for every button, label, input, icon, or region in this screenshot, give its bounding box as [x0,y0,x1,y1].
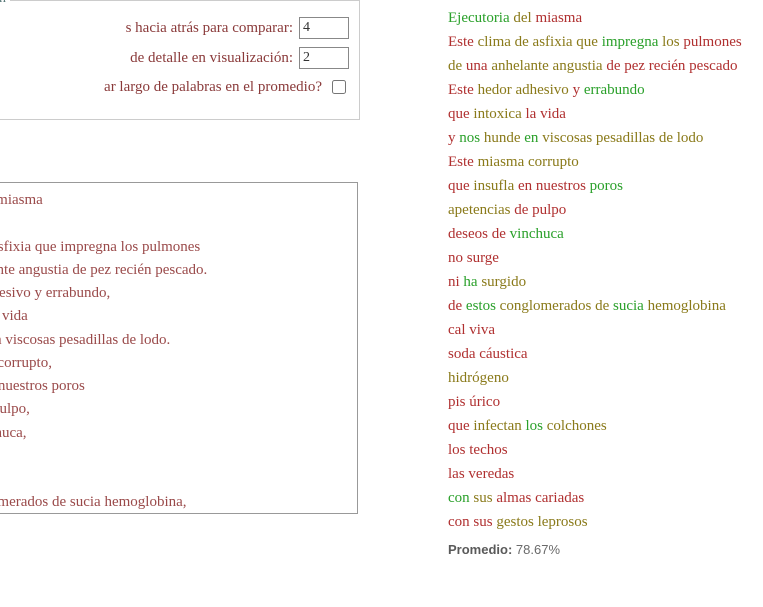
poem-token: deseos de [448,226,510,242]
poem-token: las veredas [448,466,514,482]
config-row-lookback: s hacia atrás para comparar: [0,17,349,39]
poem-line: hidrógeno [448,366,753,390]
poem-token: y [448,130,459,146]
poem-token: gestos leprosos [496,514,587,530]
poem-token: con [448,490,473,506]
poem-token: los techos [448,442,508,458]
lookback-label: s hacia atrás para comparar: [126,20,293,37]
poem-token: vinchuca [510,226,564,242]
poem-token: en [524,130,542,146]
poem-token: soda cáustica [448,346,528,362]
poem-textarea[interactable] [0,182,358,514]
average-label: Promedio: [448,542,512,557]
poem-token: surgido [481,274,526,290]
poem-token: hemoglobina [648,298,726,314]
poem-line: de estos conglomerados de sucia hemoglob… [448,294,753,318]
config-fieldset: guración s hacia atrás para comparar: de… [0,0,360,120]
wordlength-checkbox[interactable] [332,80,346,94]
poem-token: colchones [547,418,607,434]
poem-token: ni [448,274,463,290]
poem-line: apetencias de pulpo [448,198,753,222]
poem-token: almas cariadas [496,490,584,506]
poem-token: la vida [526,106,566,122]
poem-visualization: Ejecutoria del miasmaEste clima de asfix… [448,6,753,561]
poem-token: de [448,58,466,74]
poem-token: que [448,178,473,194]
config-row-wordlength: ar largo de palabras en el promedio? [0,77,349,97]
detail-input[interactable] [299,47,349,69]
wordlength-label: ar largo de palabras en el promedio? [104,79,322,96]
poem-token: poros [590,178,623,194]
poem-line: no surge [448,246,753,270]
poem-token: errabundo [584,82,645,98]
poem-token: que [448,106,473,122]
poem-token: los [662,34,683,50]
poem-line: que intoxica la vida [448,102,753,126]
poem-token: Ejecutoria [448,10,510,26]
average-line: Promedio: 78.67% [448,540,753,561]
poem-line: pis úrico [448,390,753,414]
poem-token: hidrógeno [448,370,509,386]
poem-token: que [448,418,473,434]
poem-token: hunde [484,130,524,146]
poem-token: sucia [613,298,648,314]
poem-line: de una anhelante angustia de pez recién … [448,54,753,78]
poem-token: viscosas pesadillas de lodo [542,130,703,146]
textarea-wrap [0,182,360,519]
poem-line: las veredas [448,462,753,486]
lookback-input[interactable] [299,17,349,39]
poem-token: del [510,10,536,26]
poem-token: nos [459,130,484,146]
poem-token: con sus [448,514,496,530]
poem-line: ni ha surgido [448,270,753,294]
poem-token: Este [448,82,478,98]
poem-line: que infectan los colchones [448,414,753,438]
poem-token: de pez recién pescado [606,58,737,74]
poem-token: en nuestros [518,178,590,194]
poem-token: y [573,82,584,98]
poem-line: Este miasma corrupto [448,150,753,174]
poem-line: que insufla en nuestros poros [448,174,753,198]
poem-line: los techos [448,438,753,462]
poem-line: cal viva [448,318,753,342]
poem-line: deseos de vinchuca [448,222,753,246]
poem-token: conglomerados de [500,298,613,314]
poem-token: miasma corrupto [478,154,579,170]
poem-line: soda cáustica [448,342,753,366]
poem-token: clima de asfixia que [478,34,602,50]
poem-line: y nos hunde en viscosas pesadillas de lo… [448,126,753,150]
poem-line: Este clima de asfixia que impregna los p… [448,30,753,54]
poem-token: Este [448,34,478,50]
poem-token: apetencias [448,202,514,218]
poem-token: miasma [535,10,582,26]
average-value: 78.67% [512,542,560,557]
poem-token: los [525,418,546,434]
poem-token: pulmones [683,34,741,50]
left-column: guración s hacia atrás para comparar: de… [0,0,360,557]
config-legend: guración [0,0,10,7]
poem-token: una [466,58,491,74]
poem-token: impregna [602,34,662,50]
poem-line: con sus gestos leprosos [448,510,753,534]
poem-token: de pulpo [514,202,566,218]
poem-token: pis úrico [448,394,500,410]
poem-token: no surge [448,250,499,266]
poem-line: Ejecutoria del miasma [448,6,753,30]
detail-label: de detalle en visualización: [130,50,293,67]
poem-token: ha [463,274,481,290]
poem-token: anhelante angustia [491,58,606,74]
poem-line: con sus almas cariadas [448,486,753,510]
poem-token: intoxica [473,106,525,122]
poem-token: estos [466,298,500,314]
config-row-detail: de detalle en visualización: [0,47,349,69]
poem-token: sus [473,490,496,506]
poem-token: hedor adhesivo [478,82,573,98]
poem-line: Este hedor adhesivo y errabundo [448,78,753,102]
poem-token: Este [448,154,478,170]
poem-token: cal viva [448,322,495,338]
poem-token: infectan [473,418,525,434]
poem-token: insufla [473,178,518,194]
poem-token: de [448,298,466,314]
